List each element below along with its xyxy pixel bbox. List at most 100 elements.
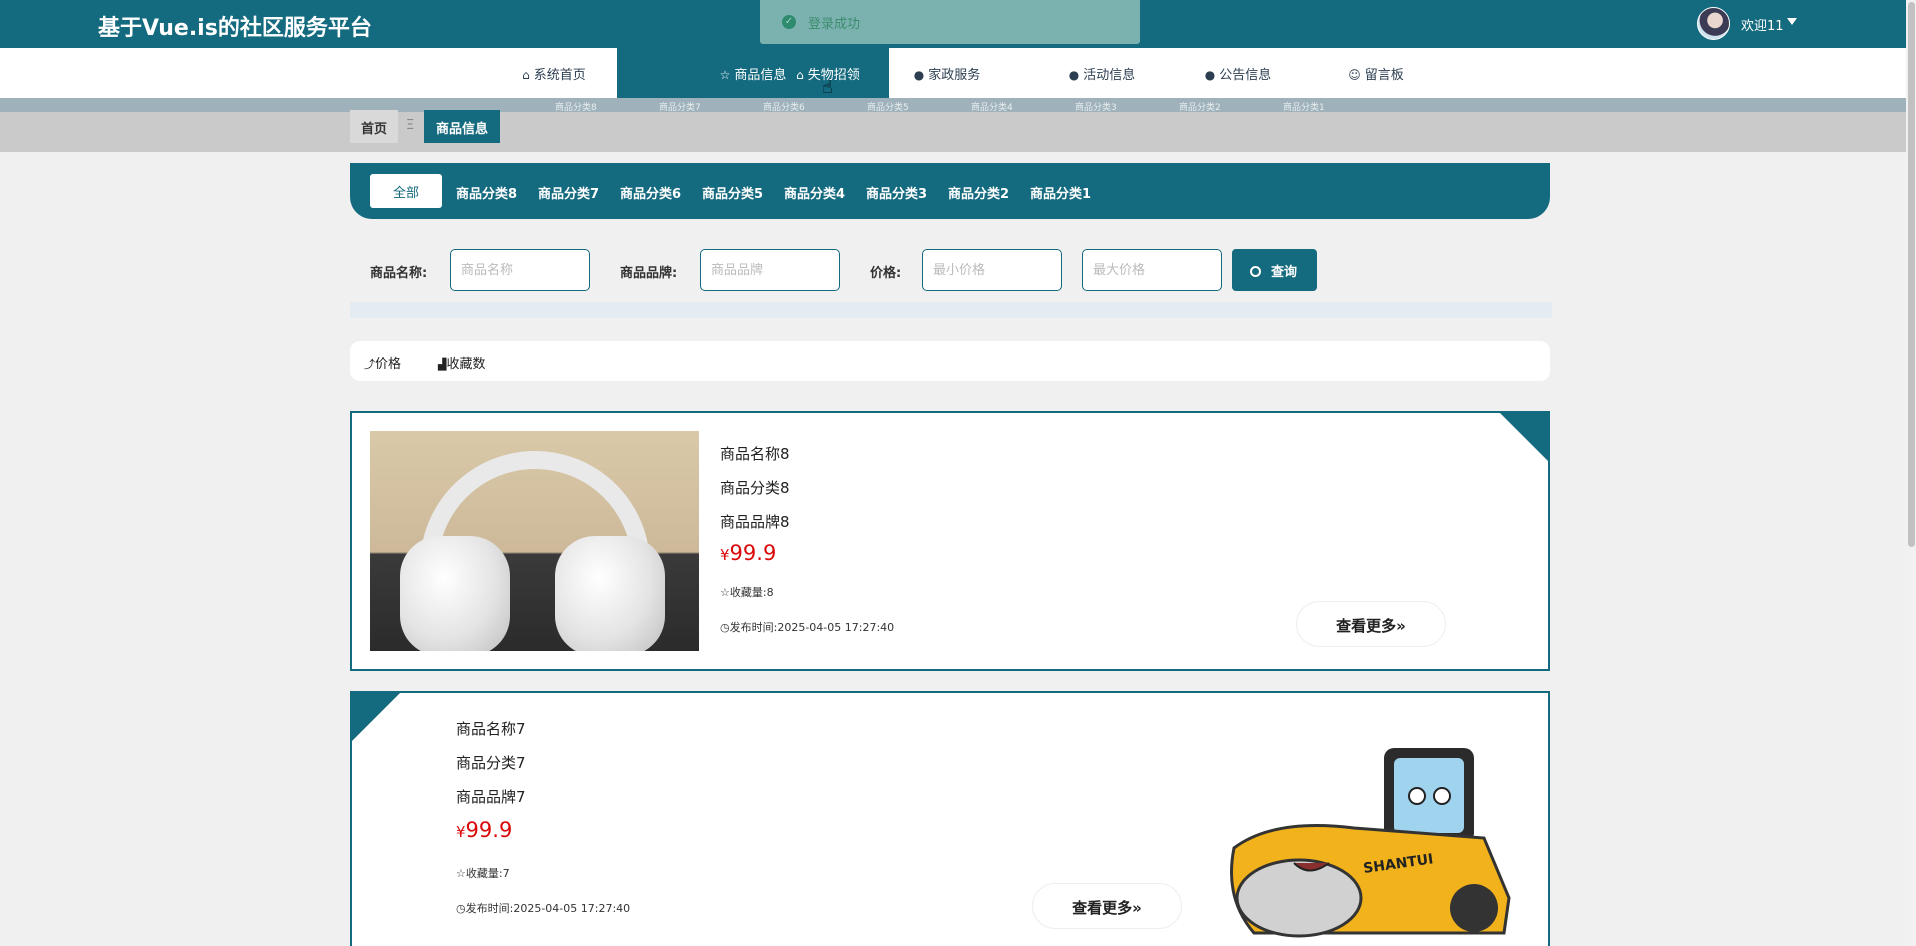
- search-icon: [1250, 266, 1261, 277]
- currency-symbol: ¥: [720, 546, 730, 564]
- strip-item: 商品分类6: [763, 103, 805, 112]
- name-filter-label: 商品名称:: [370, 266, 428, 281]
- breadcrumb-current: 商品信息: [424, 110, 500, 143]
- nav-label: 失物招领: [807, 68, 860, 83]
- site-title: 基于Vue.is的社区服务平台: [98, 16, 372, 41]
- info-icon: ●: [913, 68, 925, 82]
- time-label: 发布时间:: [729, 621, 778, 634]
- strip-item: 商品分类4: [971, 103, 1013, 112]
- smile-icon: ☺: [1348, 68, 1361, 82]
- headphone-cup: [555, 536, 665, 651]
- brand-filter-label: 商品品牌:: [620, 266, 678, 281]
- bag-icon: ⌂: [796, 68, 804, 82]
- category-item[interactable]: 商品分类2: [948, 183, 1009, 202]
- strip-item: 商品分类5: [867, 103, 909, 112]
- view-more-button[interactable]: 查看更多»: [1032, 883, 1182, 929]
- strip-item: 商品分类8: [555, 103, 597, 112]
- product-image[interactable]: [370, 431, 699, 651]
- price-value: 99.9: [729, 541, 777, 565]
- nav-item-services[interactable]: ● 家政服务: [889, 48, 1005, 98]
- nav-label: 公告信息: [1219, 68, 1272, 83]
- category-item[interactable]: 商品分类4: [784, 183, 845, 202]
- brand-input[interactable]: [700, 249, 840, 291]
- welcome-text[interactable]: 欢迎11: [1741, 15, 1784, 34]
- nav-label: 家政服务: [928, 68, 981, 83]
- star-icon: ☆: [456, 867, 466, 880]
- sort-price[interactable]: ⤴价格: [364, 353, 401, 372]
- price-filter-label: 价格:: [870, 266, 902, 281]
- product-price: ¥99.9: [720, 541, 776, 565]
- product-name: 商品名称8: [720, 445, 790, 463]
- strip-item: 商品分类7: [659, 103, 701, 112]
- user-avatar[interactable]: [1697, 7, 1730, 40]
- star-icon: ☆: [720, 586, 730, 599]
- category-item[interactable]: 商品分类5: [702, 183, 763, 202]
- card-corner-decoration: [352, 693, 400, 741]
- view-more-button[interactable]: 查看更多»: [1296, 601, 1446, 647]
- product-image[interactable]: SHANTUI: [1214, 738, 1524, 938]
- category-strip: 商品分类8 商品分类7 商品分类6 商品分类5 商品分类4 商品分类3 商品分类…: [0, 98, 1906, 112]
- clock-icon: ◷: [456, 902, 466, 915]
- strip-item: 商品分类3: [1075, 103, 1117, 112]
- product-brand: 商品品牌7: [456, 788, 526, 806]
- currency-symbol: ¥: [456, 823, 466, 841]
- card-corner-decoration: [1500, 413, 1548, 461]
- nav-label: 活动信息: [1083, 68, 1136, 83]
- product-favorites: ☆收藏量:7: [456, 865, 510, 881]
- time-label: 发布时间:: [465, 902, 514, 915]
- roller-eye: [1433, 787, 1451, 805]
- strip-item: 商品分类1: [1283, 103, 1325, 112]
- toast-text: 登录成功: [808, 17, 861, 32]
- name-input[interactable]: [450, 249, 590, 291]
- product-brand: 商品品牌8: [720, 513, 790, 531]
- product-category: 商品分类8: [720, 479, 790, 497]
- category-bar: 全部 商品分类8 商品分类7 商品分类6 商品分类5 商品分类4 商品分类3 商…: [350, 163, 1550, 219]
- roller-wheel: [1450, 884, 1498, 932]
- product-time: ◷发布时间:2025-04-05 17:27:40: [456, 900, 630, 916]
- category-all[interactable]: 全部: [370, 174, 442, 208]
- category-item[interactable]: 商品分类3: [866, 183, 927, 202]
- sort-favorites-label: 收藏数: [446, 357, 486, 372]
- price-value: 99.9: [465, 818, 513, 842]
- search-button[interactable]: 查询: [1232, 249, 1317, 291]
- scrollbar-track[interactable]: [1906, 0, 1916, 946]
- breadcrumb-home[interactable]: 首页: [350, 110, 398, 143]
- time-value: 2025-04-05 17:27:40: [513, 902, 631, 915]
- favorites-label: 收藏量:: [729, 586, 767, 599]
- product-category: 商品分类7: [456, 754, 526, 772]
- product-time: ◷发布时间:2025-04-05 17:27:40: [720, 619, 894, 635]
- toast-message: ✓ 登录成功: [760, 0, 1140, 44]
- min-price-input[interactable]: [922, 249, 1062, 291]
- check-icon: ✓: [782, 15, 796, 29]
- divider-stripe: [350, 302, 1552, 318]
- category-item[interactable]: 商品分类1: [1030, 183, 1091, 202]
- nav-item-notices[interactable]: ● 公告信息: [1180, 48, 1296, 98]
- product-price: ¥99.9: [456, 818, 512, 842]
- product-card[interactable]: 商品名称7 商品分类7 商品品牌7 ¥99.9 ☆收藏量:7 ◷发布时间:202…: [350, 691, 1550, 946]
- sort-favorites[interactable]: ▟收藏数: [438, 353, 485, 372]
- nav-item-activities[interactable]: ● 活动信息: [1044, 48, 1160, 98]
- search-button-label: 查询: [1271, 265, 1298, 280]
- roller-window: [1394, 758, 1464, 833]
- caret-down-icon[interactable]: [1787, 18, 1797, 25]
- product-name: 商品名称7: [456, 720, 526, 738]
- nav-item-home[interactable]: ⌂ 系统首页: [496, 48, 612, 98]
- info-icon: ●: [1204, 68, 1216, 82]
- roller-eye: [1408, 787, 1426, 805]
- nav-label: 留言板: [1364, 68, 1404, 83]
- nav-item-messages[interactable]: ☺ 留言板: [1318, 48, 1434, 98]
- favorites-value: 8: [766, 586, 774, 599]
- main-nav: ⌂ 系统首页 ☆ 商品信息 ● 家政服务 ● 活动信息 ● 公告信息 ☺ 留言板: [0, 48, 1906, 98]
- category-item[interactable]: 商品分类7: [538, 183, 599, 202]
- favorites-label: 收藏量:: [465, 867, 503, 880]
- category-item[interactable]: 商品分类8: [456, 183, 517, 202]
- nav-label: 系统首页: [533, 68, 586, 83]
- sort-bar: ⤴价格 ▟收藏数: [350, 341, 1550, 381]
- scrollbar-thumb[interactable]: [1908, 2, 1915, 547]
- clock-icon: ◷: [720, 621, 730, 634]
- category-item[interactable]: 商品分类6: [620, 183, 681, 202]
- breadcrumb-bar: [0, 112, 1906, 152]
- product-card[interactable]: 商品名称8 商品分类8 商品品牌8 ¥99.9 ☆收藏量:8 ◷发布时间:202…: [350, 411, 1550, 671]
- max-price-input[interactable]: [1082, 249, 1222, 291]
- home-icon: ⌂: [522, 68, 530, 82]
